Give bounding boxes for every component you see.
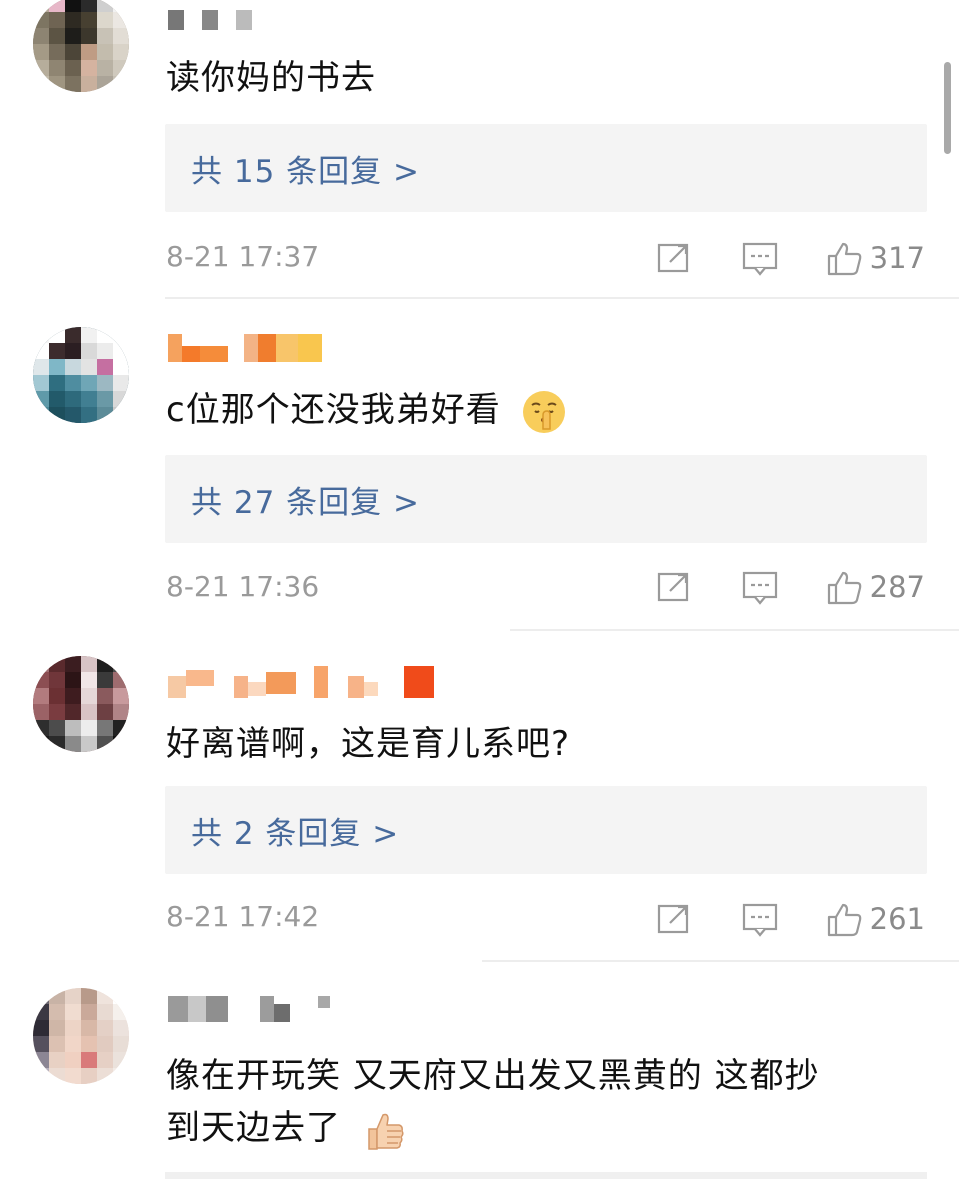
divider: [165, 1172, 927, 1179]
comment-text-line-2-content: 到天边去了: [166, 1108, 341, 1148]
comment-time: 8-21 17:36: [166, 570, 320, 603]
shushing-face-emoji: [522, 390, 565, 433]
comment-icon[interactable]: [742, 569, 778, 605]
thumb-up-icon: [827, 571, 861, 605]
comment-text: 读你妈的书去: [166, 58, 376, 98]
like-button[interactable]: 287: [826, 569, 925, 605]
comment-text: c位那个还没我弟好看: [166, 384, 906, 436]
avatar[interactable]: [33, 988, 129, 1084]
avatar[interactable]: [33, 656, 129, 752]
comment-text-content: c位那个还没我弟好看: [166, 390, 501, 430]
comment-text: 像在开玩笑 又天府又出发又黑黄的 这都抄 到天边去了: [166, 1050, 906, 1154]
comment-text-line-2: 到天边去了: [166, 1102, 906, 1154]
thumb-up-icon: [827, 903, 861, 937]
reply-summary[interactable]: 共 2 条回复 >: [165, 786, 927, 874]
scrollbar[interactable]: [944, 62, 951, 154]
comment-time: 8-21 17:37: [166, 240, 320, 273]
username-blurred[interactable]: [168, 334, 322, 362]
comment-icon[interactable]: [742, 901, 778, 937]
comment-actions: 287: [656, 565, 925, 609]
comment-actions: 261: [656, 897, 925, 941]
comment-text-line-1: 像在开玩笑 又天府又出发又黑黄的 这都抄: [166, 1056, 820, 1096]
comment-actions: 317: [656, 236, 925, 280]
avatar[interactable]: [33, 327, 129, 423]
view-replies-link[interactable]: 共 15 条回复 >: [191, 146, 420, 191]
share-icon[interactable]: [656, 569, 692, 605]
thumbs-up-emoji: [368, 1113, 404, 1150]
share-icon[interactable]: [656, 240, 692, 276]
divider: [482, 960, 959, 962]
thumb-up-icon: [827, 242, 861, 276]
username-blurred[interactable]: [168, 666, 434, 698]
username-blurred[interactable]: [168, 996, 330, 1022]
reply-summary[interactable]: 共 27 条回复 >: [165, 455, 927, 543]
like-count: 261: [869, 902, 925, 936]
username-blurred[interactable]: [168, 10, 252, 30]
avatar[interactable]: [33, 0, 129, 92]
comment-text: 好离谱啊，这是育儿系吧?: [166, 724, 571, 764]
view-replies-link[interactable]: 共 2 条回复 >: [191, 808, 399, 853]
share-icon[interactable]: [656, 901, 692, 937]
comment-time: 8-21 17:42: [166, 900, 320, 933]
like-count: 287: [869, 570, 925, 604]
like-button[interactable]: 317: [826, 240, 925, 276]
like-button[interactable]: 261: [826, 901, 925, 937]
divider: [510, 629, 959, 631]
view-replies-link[interactable]: 共 27 条回复 >: [191, 477, 420, 522]
reply-summary[interactable]: 共 15 条回复 >: [165, 124, 927, 212]
like-count: 317: [869, 241, 925, 275]
divider: [165, 297, 959, 299]
comment-icon[interactable]: [742, 240, 778, 276]
